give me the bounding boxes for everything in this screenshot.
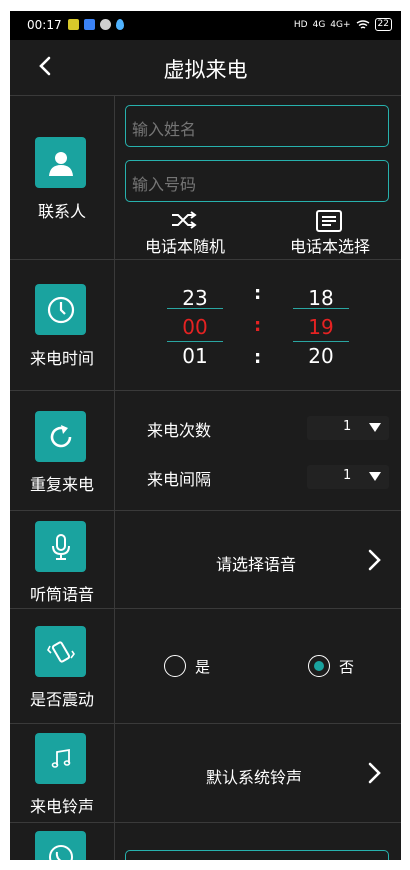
dropdown-arrow-icon — [369, 472, 381, 481]
voice-section: 听筒语音 请选择语音 — [10, 510, 401, 609]
vibrate-no-label: 否 — [339, 658, 355, 676]
shuffle-icon — [172, 211, 197, 229]
phonebook-select-button[interactable]: 电话本选择 — [285, 210, 380, 256]
contact-label: 联系人 — [37, 202, 86, 221]
vibrate-yes-label: 是 — [195, 658, 211, 676]
name-input[interactable] — [125, 105, 389, 147]
minute-prev: 18 — [308, 286, 334, 310]
contact-section: 联系人 电话本随机 电话本选择 — [10, 95, 401, 260]
hour-next: 01 — [182, 344, 208, 368]
person-icon — [35, 137, 86, 188]
dropdown-arrow-icon — [369, 423, 381, 432]
number-input[interactable] — [125, 160, 389, 202]
radio-selected-dot — [314, 661, 324, 671]
status-time: 00:17 — [27, 18, 62, 32]
time-separator-top: : — [254, 283, 262, 304]
time-separator-bottom: : — [254, 347, 262, 368]
minute-next: 20 — [308, 344, 334, 368]
call-time-label: 来电时间 — [29, 349, 94, 368]
call-count-value: 1 — [343, 419, 352, 434]
call-count-label: 来电次数 — [147, 421, 212, 440]
app-icon-yellow — [68, 19, 79, 30]
status-right: HD 4G 4G+ 22 — [294, 18, 392, 31]
vibrate-yes-radio[interactable] — [164, 655, 186, 677]
drop-icon — [116, 19, 124, 30]
voice-left: 听筒语音 — [10, 511, 115, 609]
phonebook-random-label: 电话本随机 — [145, 237, 226, 256]
call-count-dropdown[interactable]: 1 — [307, 416, 389, 440]
wifi-icon — [356, 19, 369, 29]
page-title: 虚拟来电 — [163, 58, 248, 82]
signal-4g-plus: 4G+ — [330, 19, 351, 30]
ringtone-left: 来电铃声 — [10, 724, 115, 823]
minute-line-bottom — [293, 341, 349, 342]
signal-4g: 4G — [312, 19, 326, 30]
repeat-section: 重复来电 来电次数 1 来电间隔 1 — [10, 390, 401, 511]
next-input-partial[interactable] — [125, 850, 389, 860]
hour-line-top — [167, 308, 223, 309]
title-bar: 虚拟来电 — [10, 40, 401, 95]
vibrate-icon — [35, 626, 86, 677]
vibrate-section: 是否震动 是 否 — [10, 608, 401, 724]
voice-label: 听筒语音 — [29, 585, 94, 604]
hour-line-bottom — [167, 341, 223, 342]
hour-selected: 00 — [182, 315, 208, 339]
select-voice-label: 请选择语音 — [216, 555, 297, 574]
minute-selected: 19 — [308, 315, 334, 339]
select-ringtone-button[interactable]: 默认系统铃声 — [115, 724, 401, 822]
minute-line-top — [293, 308, 349, 309]
repeat-left: 重复来电 — [10, 391, 115, 511]
call-time-left: 来电时间 — [10, 260, 115, 391]
call-time-section: 来电时间 23 00 01 : : : 18 19 20 — [10, 259, 401, 391]
app-icon-blue — [84, 19, 95, 30]
phone-icon — [35, 831, 86, 860]
call-interval-label: 来电间隔 — [147, 470, 212, 489]
list-icon — [316, 210, 342, 232]
chevron-right-icon — [368, 549, 381, 571]
time-separator-selected: : — [254, 315, 262, 336]
ringtone-value: 默认系统铃声 — [206, 768, 303, 787]
ringtone-section: 来电铃声 默认系统铃声 — [10, 723, 401, 823]
vibrate-left: 是否震动 — [10, 609, 115, 724]
select-voice-button[interactable]: 请选择语音 — [115, 511, 401, 608]
battery-indicator: 22 — [374, 18, 392, 31]
phone-screen: 00:17 HD 4G 4G+ 22 虚拟来电 联系人 输入姓名 输入号码 电话… — [10, 11, 401, 860]
vibrate-label: 是否震动 — [29, 690, 94, 709]
call-interval-dropdown[interactable]: 1 — [307, 465, 389, 489]
music-note-icon — [35, 733, 86, 784]
microphone-icon — [35, 521, 86, 572]
status-bar: 00:17 HD 4G 4G+ 22 — [10, 11, 401, 40]
call-interval-value: 1 — [343, 468, 352, 483]
hour-prev: 23 — [182, 286, 208, 310]
next-left — [10, 823, 115, 860]
wechat-icon — [100, 19, 111, 30]
phonebook-random-button[interactable]: 电话本随机 — [140, 210, 230, 256]
vibrate-no-radio[interactable] — [308, 655, 330, 677]
clock-icon — [35, 284, 86, 335]
refresh-icon — [35, 411, 86, 462]
contact-left: 联系人 — [10, 96, 115, 260]
hd-badge: HD — [293, 19, 308, 30]
next-section-partial — [10, 822, 401, 860]
ringtone-label: 来电铃声 — [29, 797, 94, 816]
chevron-right-icon — [368, 762, 381, 784]
repeat-label: 重复来电 — [29, 475, 94, 494]
phonebook-select-label: 电话本选择 — [290, 237, 371, 256]
